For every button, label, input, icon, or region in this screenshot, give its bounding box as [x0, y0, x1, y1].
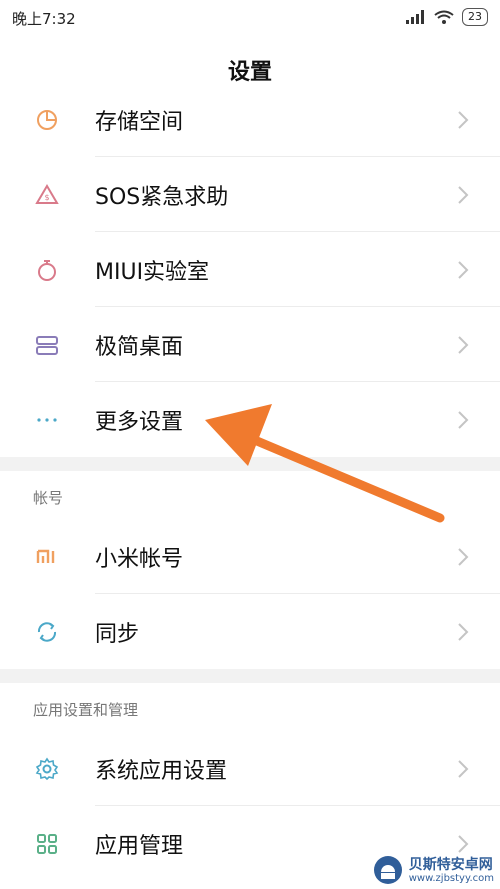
annotation-arrow	[205, 404, 445, 523]
android-logo-icon	[373, 856, 402, 884]
watermark: 贝斯特安卓网 www.zjbstyy.com	[373, 855, 494, 885]
watermark-text: 贝斯特安卓网	[408, 856, 493, 873]
watermark-url: www.zjbstyy.com	[408, 872, 494, 884]
